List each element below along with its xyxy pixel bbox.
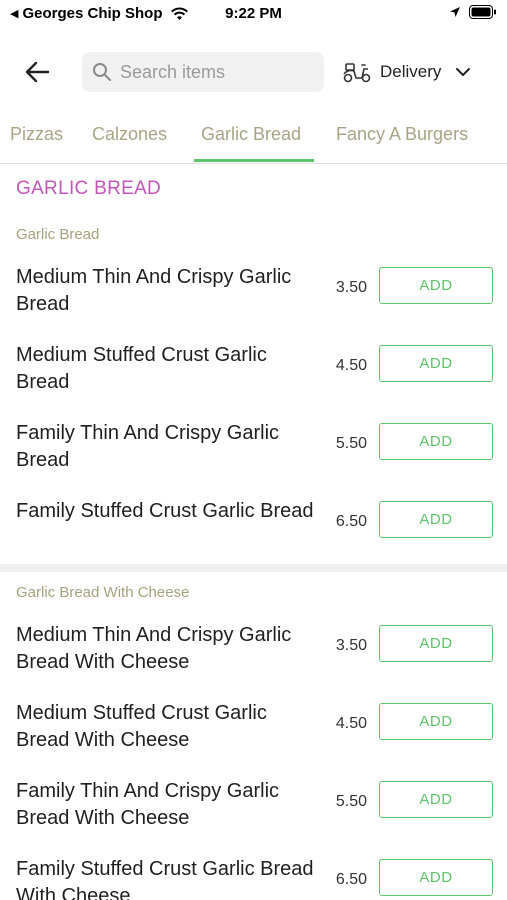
add-button[interactable]: ADD (379, 423, 493, 460)
status-bar: ◀ Georges Chip Shop 9:22 PM (0, 0, 507, 30)
chevron-down-icon (455, 67, 471, 77)
item-price: 6.50 (335, 871, 367, 888)
add-button[interactable]: ADD (379, 345, 493, 382)
group-title: Garlic Bread With Cheese (16, 584, 190, 601)
tab-fancy-a-burgers[interactable]: Fancy A Burgers (336, 124, 468, 157)
item-price: 3.50 (335, 279, 367, 296)
item-name: Family Thin And Crispy Garlic Bread With… (16, 780, 280, 829)
item-price: 4.50 (335, 715, 367, 732)
list-item: Medium Stuffed Crust Garlic Bread With C… (0, 700, 507, 778)
delivery-mode-dropdown[interactable]: Delivery (342, 52, 471, 92)
arrow-left-icon (24, 61, 50, 83)
tab-garlic-bread[interactable]: Garlic Bread (201, 124, 301, 157)
item-name: Medium Stuffed Crust Garlic Bread (16, 344, 267, 393)
list-item: Family Stuffed Crust Garlic Bread With C… (0, 856, 507, 900)
item-name: Medium Thin And Crispy Garlic Bread With… (16, 624, 292, 673)
item-name: Medium Stuffed Crust Garlic Bread With C… (16, 702, 267, 751)
location-arrow-icon (449, 6, 461, 18)
group-title: Garlic Bread (16, 226, 100, 243)
item-name: Medium Thin And Crispy Garlic Bread (16, 266, 292, 315)
tab-pizzas[interactable]: Pizzas (10, 124, 63, 157)
list-item: Family Thin And Crispy Garlic Bread With… (0, 778, 507, 856)
add-button[interactable]: ADD (379, 703, 493, 740)
section-title: GARLIC BREAD (16, 178, 162, 199)
add-button[interactable]: ADD (379, 501, 493, 538)
item-price: 6.50 (335, 513, 367, 530)
item-price: 4.50 (335, 357, 367, 374)
add-button[interactable]: ADD (379, 625, 493, 662)
add-button[interactable]: ADD (379, 781, 493, 818)
search-input[interactable] (120, 61, 310, 83)
top-header: Delivery (0, 48, 507, 96)
item-price: 5.50 (335, 435, 367, 452)
add-button[interactable]: ADD (379, 859, 493, 896)
category-tabs: Pizzas Calzones Garlic Bread Fancy A Bur… (0, 114, 507, 164)
battery-icon (469, 5, 497, 19)
group-divider (0, 564, 507, 572)
delivery-label: Delivery (380, 62, 442, 81)
tab-calzones[interactable]: Calzones (92, 124, 167, 157)
scooter-icon (342, 61, 372, 83)
back-button[interactable] (20, 56, 54, 88)
clock: 9:22 PM (225, 5, 282, 22)
item-name: Family Stuffed Crust Garlic Bread With C… (16, 858, 314, 900)
list-item: Medium Thin And Crispy Garlic Bread With… (0, 622, 507, 700)
list-item: Medium Stuffed Crust Garlic Bread 4.50 A… (0, 342, 507, 420)
item-name: Family Thin And Crispy Garlic Bread (16, 422, 280, 471)
search-box[interactable] (82, 52, 324, 92)
list-item: Medium Thin And Crispy Garlic Bread 3.50… (0, 264, 507, 342)
item-price: 5.50 (335, 793, 367, 810)
list-item: Family Thin And Crispy Garlic Bread 5.50… (0, 420, 507, 498)
item-price: 3.50 (335, 637, 367, 654)
search-icon (92, 62, 112, 82)
add-button[interactable]: ADD (379, 267, 493, 304)
active-tab-indicator (194, 159, 314, 162)
item-name: Family Stuffed Crust Garlic Bread (16, 500, 314, 522)
